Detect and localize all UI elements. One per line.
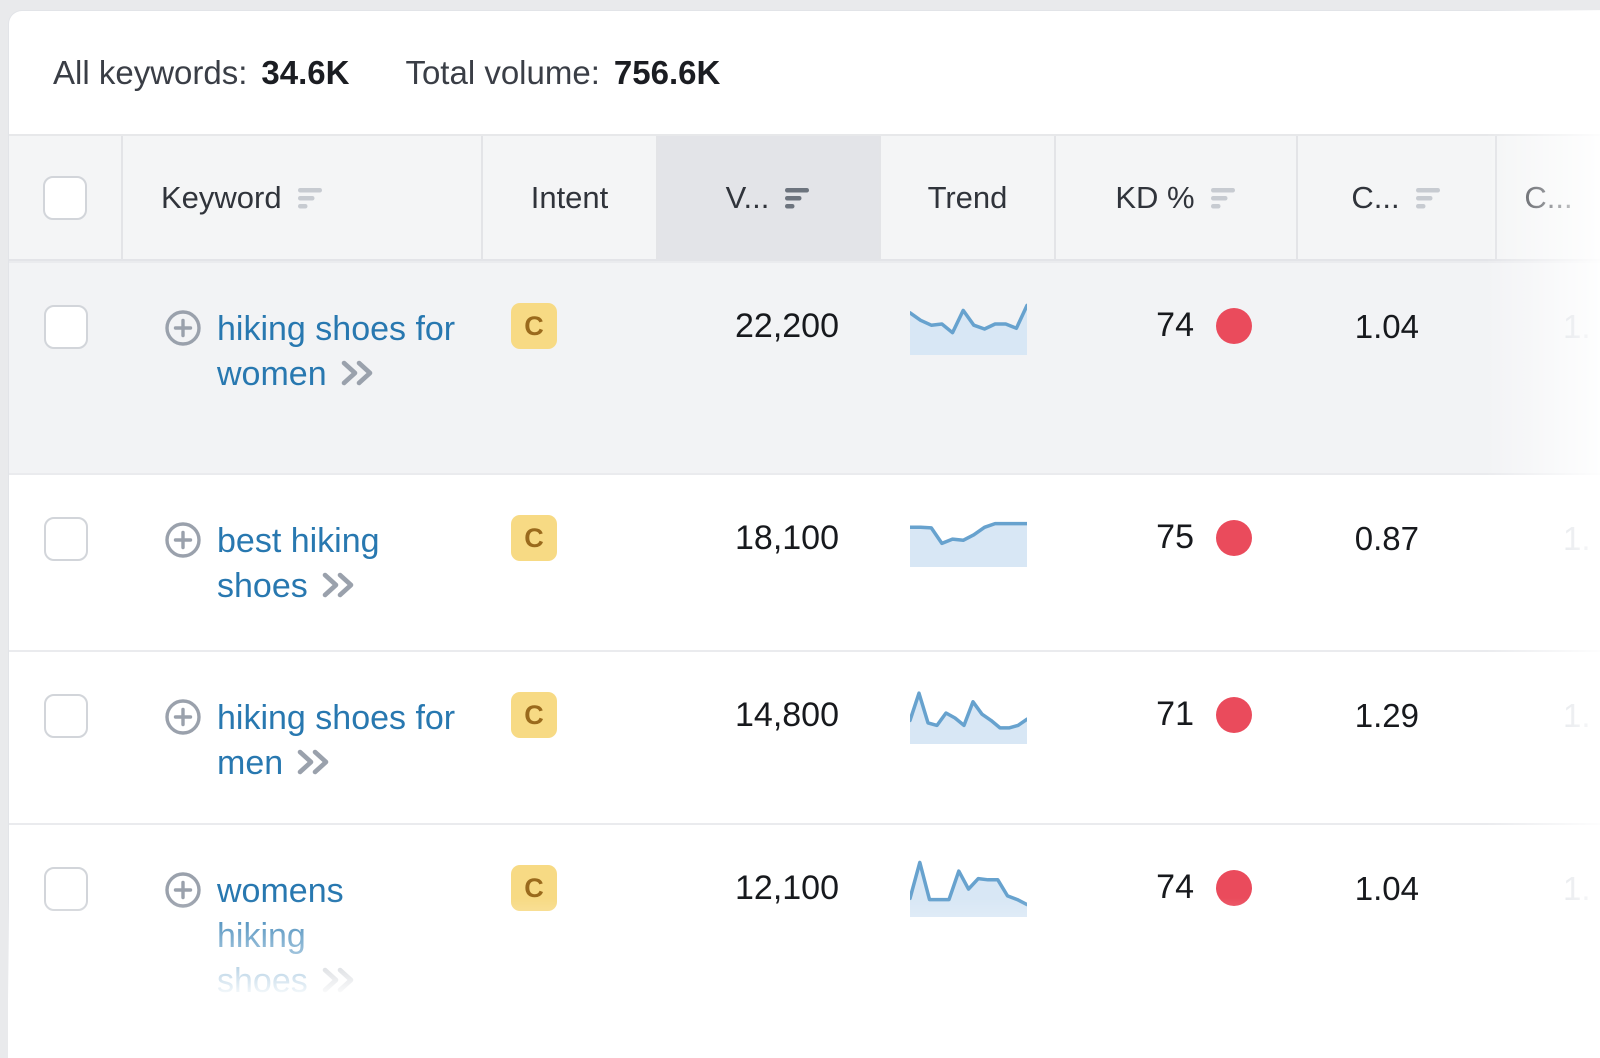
com-value: 1.	[1497, 263, 1600, 473]
kd-difficulty-dot	[1216, 870, 1252, 906]
keyword-table-card: All keywords: 34.6K Total volume: 756.6K…	[8, 10, 1600, 1058]
cpc-value: 0.87	[1298, 475, 1497, 650]
keyword-header-label: Keyword	[161, 180, 282, 216]
kd-value: 71	[1156, 692, 1194, 736]
select-all-checkbox[interactable]	[43, 176, 87, 220]
kd-value: 74	[1156, 865, 1194, 909]
sort-icon[interactable]	[1211, 186, 1237, 210]
kd-difficulty-dot	[1216, 308, 1252, 344]
com-header-label: C...	[1524, 180, 1572, 216]
row-checkbox[interactable]	[44, 694, 88, 738]
intent-badge: C	[511, 865, 557, 911]
trend-header-label: Trend	[928, 180, 1008, 216]
expand-plus-icon[interactable]	[163, 520, 203, 560]
volume-value: 12,100	[658, 825, 881, 1058]
keyword-row: womens hiking shoes C 12,100 74 1.04 1.	[9, 823, 1600, 1058]
cpc-value: 1.04	[1298, 825, 1497, 1058]
all-keywords-value: 34.6K	[261, 54, 349, 92]
row-checkbox[interactable]	[44, 517, 88, 561]
keywords-table: Keyword Intent V... Trend KD %	[9, 134, 1600, 1058]
cpc-value: 1.29	[1298, 652, 1497, 823]
keyword-link[interactable]: hiking shoes for women	[217, 310, 455, 393]
keyword-link[interactable]: hiking shoes for men	[217, 699, 455, 782]
total-volume-summary: Total volume: 756.6K	[405, 54, 720, 92]
column-header-cpc[interactable]: C...	[1298, 136, 1497, 259]
column-header-com[interactable]: C...	[1497, 136, 1600, 259]
keyword-row: best hiking shoes C 18,100 75 0.87 1.	[9, 473, 1600, 650]
sort-icon-active[interactable]	[785, 186, 811, 210]
column-header-volume[interactable]: V...	[658, 136, 881, 259]
trend-sparkline	[910, 682, 1027, 744]
column-header-trend: Trend	[881, 136, 1056, 259]
all-keywords-label: All keywords:	[53, 54, 247, 92]
cpc-header-label: C...	[1351, 180, 1399, 216]
total-volume-value: 756.6K	[614, 54, 720, 92]
com-value: 1.	[1497, 652, 1600, 823]
row-checkbox[interactable]	[44, 867, 88, 911]
volume-value: 18,100	[658, 475, 881, 650]
sort-icon[interactable]	[1416, 186, 1442, 210]
volume-value: 14,800	[658, 652, 881, 823]
table-header-row: Keyword Intent V... Trend KD %	[9, 136, 1600, 261]
kd-value: 74	[1156, 303, 1194, 347]
kd-difficulty-dot	[1216, 520, 1252, 556]
total-volume-label: Total volume:	[405, 54, 599, 92]
kd-header-label: KD %	[1115, 180, 1194, 216]
intent-badge: C	[511, 515, 557, 561]
double-chevron-icon[interactable]	[295, 747, 333, 777]
column-header-intent: Intent	[483, 136, 658, 259]
com-value: 1.	[1497, 825, 1600, 1058]
sort-icon[interactable]	[298, 186, 324, 210]
page-background: All keywords: 34.6K Total volume: 756.6K…	[0, 0, 1600, 1058]
trend-sparkline	[910, 855, 1027, 917]
trend-sparkline	[910, 293, 1027, 355]
keyword-row: hiking shoes for women C 22,200 74 1.04 …	[9, 261, 1600, 473]
volume-value: 22,200	[658, 263, 881, 473]
all-keywords-summary: All keywords: 34.6K	[53, 54, 349, 92]
cpc-value: 1.04	[1298, 263, 1497, 473]
com-value: 1.	[1497, 475, 1600, 650]
expand-plus-icon[interactable]	[163, 870, 203, 910]
keyword-row: hiking shoes for men C 14,800 71 1.29 1.	[9, 650, 1600, 823]
column-header-keyword[interactable]: Keyword	[123, 136, 483, 259]
intent-badge: C	[511, 303, 557, 349]
expand-plus-icon[interactable]	[163, 697, 203, 737]
double-chevron-icon[interactable]	[320, 570, 358, 600]
kd-value: 75	[1156, 515, 1194, 559]
column-header-kd[interactable]: KD %	[1056, 136, 1298, 259]
summary-bar: All keywords: 34.6K Total volume: 756.6K	[9, 11, 1600, 134]
volume-header-label: V...	[726, 180, 770, 216]
intent-header-label: Intent	[531, 180, 609, 216]
expand-plus-icon[interactable]	[163, 308, 203, 348]
row-checkbox[interactable]	[44, 305, 88, 349]
select-all-cell	[9, 136, 123, 259]
kd-difficulty-dot	[1216, 697, 1252, 733]
intent-badge: C	[511, 692, 557, 738]
double-chevron-icon[interactable]	[339, 358, 377, 388]
trend-sparkline	[910, 505, 1027, 567]
double-chevron-icon[interactable]	[320, 965, 358, 995]
